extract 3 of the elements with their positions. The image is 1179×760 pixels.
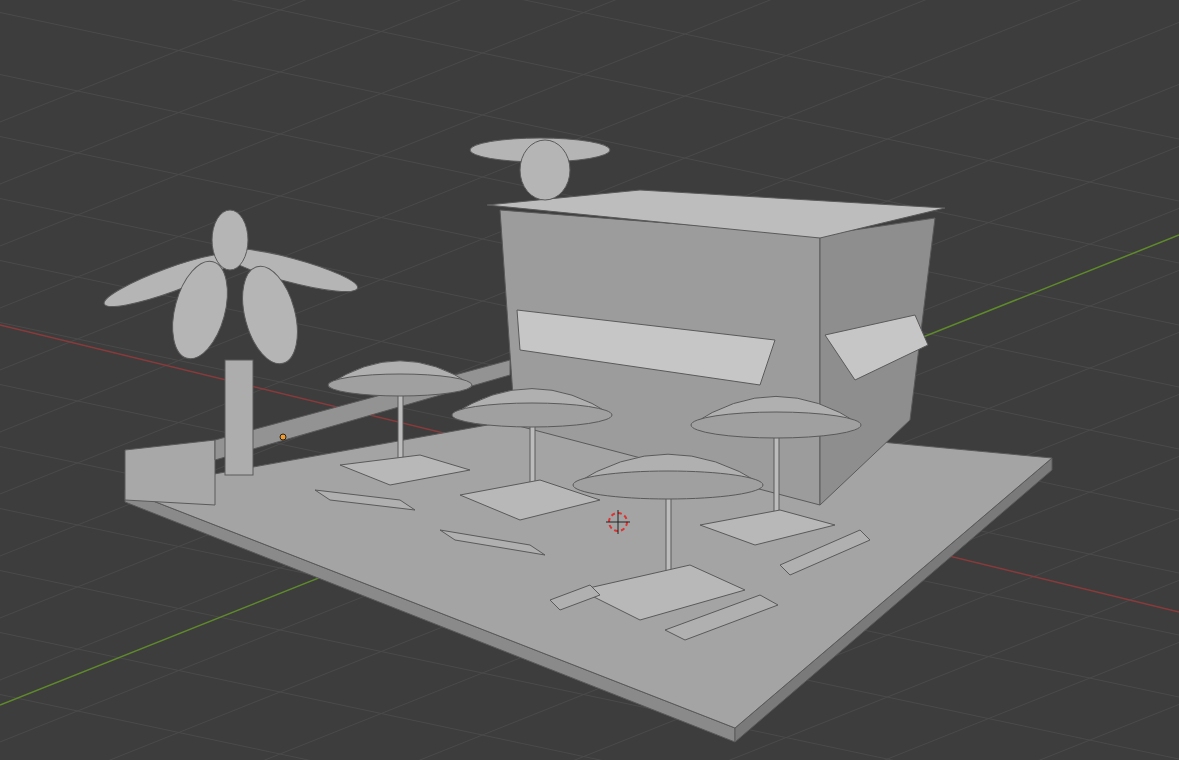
origin-point-icon <box>279 433 287 441</box>
3d-viewport[interactable] <box>0 0 1179 760</box>
3d-cursor-icon[interactable] <box>605 509 631 535</box>
